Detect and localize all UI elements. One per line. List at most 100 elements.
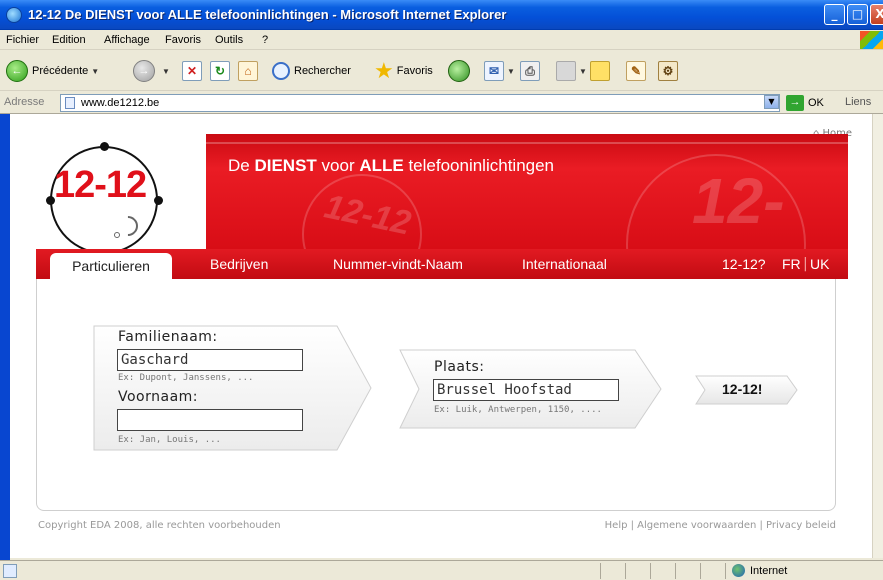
discuss-button[interactable] [590, 59, 610, 83]
page-icon [65, 97, 75, 109]
tagline-bold: ALLE [359, 156, 404, 175]
maximize-button[interactable]: □ [847, 4, 868, 25]
tab-bedrijven[interactable]: Bedrijven [210, 256, 268, 272]
logo-dot-top [100, 142, 109, 151]
messenger-icon: ⚙ [658, 61, 678, 81]
place-input[interactable]: Brussel Hoofstad [433, 379, 619, 401]
logo-dot-right [154, 196, 163, 205]
messenger-button[interactable]: ⚙ [658, 59, 678, 83]
window-title-bar[interactable]: 12-12 De DIENST voor ALLE telefooninlich… [0, 0, 883, 30]
window-left-border [0, 114, 10, 560]
research-icon: ✎ [626, 61, 646, 81]
place-hint: Ex: Luik, Antwerpen, 1150, .... [434, 405, 602, 415]
vertical-scrollbar[interactable] [872, 114, 883, 558]
back-arrow-icon: ← [6, 60, 28, 82]
back-label: Précédente [32, 65, 89, 77]
footer-links[interactable]: Help | Algemene voorwaarden | Privacy be… [605, 520, 836, 531]
dropdown-arrow-icon[interactable]: ▼ [162, 67, 170, 76]
lastname-hint: Ex: Dupont, Janssens, ... [118, 373, 254, 383]
place-label: Plaats: [434, 359, 485, 375]
status-pane [725, 563, 726, 579]
status-pane [600, 563, 601, 579]
site-footer: Copyright EDA 2008, alle rechten voorbeh… [36, 520, 836, 534]
submit-button[interactable]: 12-12! [695, 375, 799, 405]
menu-affichage[interactable]: Affichage [104, 34, 150, 46]
search-button[interactable]: Rechercher [272, 59, 351, 83]
globe-icon [732, 564, 745, 577]
favorites-star-icon: ★ [374, 58, 394, 83]
go-button[interactable]: → OK [786, 94, 836, 112]
stop-button[interactable]: ✕ [182, 59, 202, 83]
menu-fichier[interactable]: Fichier [6, 34, 39, 46]
lang-separator: | [803, 256, 808, 272]
tab-12-12-info[interactable]: 12-12? [722, 256, 766, 272]
research-button[interactable]: ✎ [626, 59, 646, 83]
window-title: 12-12 De DIENST voor ALLE telefooninlich… [28, 7, 507, 22]
lang-fr-link[interactable]: FR [782, 256, 801, 272]
site-container: 12-12 12-12 12-12 De DIENST voor ALLE te… [36, 134, 848, 544]
status-pane [700, 563, 701, 579]
print-icon: ⎙ [520, 61, 540, 81]
close-button[interactable]: X [870, 4, 883, 25]
home-button[interactable]: ⌂ [238, 59, 258, 83]
logo[interactable]: 12-12 [36, 134, 206, 264]
refresh-button[interactable]: ↻ [210, 59, 230, 83]
site-tagline: De DIENST voor ALLE telefooninlichtingen [228, 156, 554, 176]
dropdown-arrow-icon[interactable]: ▼ [579, 67, 587, 76]
menu-favoris[interactable]: Favoris [165, 34, 201, 46]
tab-internationaal[interactable]: Internationaal [522, 256, 607, 272]
tab-nummer-vindt-naam[interactable]: Nummer-vindt-Naam [333, 256, 463, 272]
security-zone: Internet [732, 564, 787, 577]
tagline-text: De [228, 156, 255, 175]
tab-particulieren[interactable]: Particulieren [50, 253, 172, 279]
edit-icon [556, 61, 576, 81]
menu-outils[interactable]: Outils [215, 34, 243, 46]
go-arrow-icon: → [786, 95, 804, 111]
history-icon [448, 60, 470, 82]
windows-logo-icon [860, 31, 883, 49]
tagline-bold: DIENST [254, 156, 317, 175]
search-icon [272, 62, 290, 80]
zone-label: Internet [750, 564, 788, 577]
banner-watermark: 12-12 [692, 165, 785, 249]
copyright-text: Copyright EDA 2008, alle rechten voorbeh… [38, 520, 281, 531]
signal-dot-icon [114, 232, 120, 238]
address-url: www.de1212.be [81, 97, 160, 109]
firstname-input[interactable] [117, 409, 303, 431]
refresh-icon: ↻ [210, 61, 230, 81]
address-input[interactable]: www.de1212.be [60, 94, 780, 112]
web-page: ⌂ Home 12-12 12-12 12-12 De DIENST voor … [10, 124, 872, 558]
tagline-text: voor [316, 156, 360, 175]
menu-bar: Fichier Edition Affichage Favoris Outils… [0, 30, 883, 50]
dropdown-arrow-icon[interactable]: ▼ [507, 67, 515, 76]
print-button[interactable]: ⎙ [520, 59, 540, 83]
page-status-icon [3, 564, 17, 578]
status-pane [625, 563, 626, 579]
minimize-button[interactable]: _ [824, 4, 845, 25]
links-label[interactable]: Liens [845, 96, 871, 108]
lang-uk-link[interactable]: UK [810, 256, 829, 272]
firstname-label: Voornaam: [118, 389, 199, 405]
logo-text: 12-12 [54, 164, 147, 206]
lastname-label: Familienaam: [118, 329, 218, 345]
back-button[interactable]: ← Précédente ▼ [6, 59, 99, 83]
header-banner: 12-12 12-12 De DIENST voor ALLE telefoon… [206, 134, 848, 249]
favorites-button[interactable]: ★ Favoris [374, 58, 433, 83]
go-label: OK [808, 97, 824, 109]
internet-explorer-icon [6, 7, 22, 23]
submit-label: 12-12! [722, 381, 763, 397]
status-pane [675, 563, 676, 579]
mail-button[interactable]: ✉ ▼ [484, 59, 515, 83]
menu-help[interactable]: ? [262, 34, 268, 46]
dropdown-arrow-icon[interactable]: ▼ [91, 67, 99, 76]
address-dropdown-icon[interactable]: ▼ [764, 95, 779, 109]
mail-icon: ✉ [484, 61, 504, 81]
menu-edition[interactable]: Edition [52, 34, 86, 46]
edit-button[interactable]: ▼ [556, 59, 587, 83]
page-top-margin [10, 114, 872, 124]
lastname-input[interactable]: Gaschard [117, 349, 303, 371]
forward-button[interactable]: → ▼ [133, 59, 170, 83]
home-icon: ⌂ [238, 61, 258, 81]
search-label: Rechercher [294, 65, 351, 77]
history-button[interactable] [448, 59, 474, 83]
